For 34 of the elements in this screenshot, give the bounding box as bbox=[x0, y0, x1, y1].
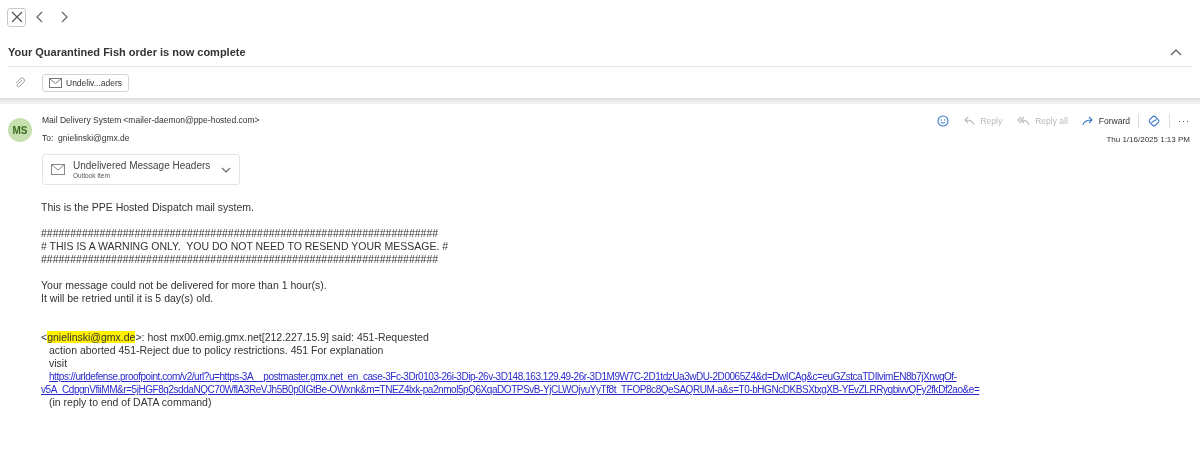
close-icon bbox=[10, 11, 23, 23]
chevron-down-icon[interactable] bbox=[221, 166, 231, 173]
body-text: (in reply to end of DATA command) bbox=[48, 396, 213, 409]
envelope-icon bbox=[49, 78, 62, 88]
close-button[interactable] bbox=[7, 7, 26, 27]
sender[interactable]: Mail Delivery System <mailer-daemon@ppe-hosted.com> bbox=[42, 115, 938, 125]
recipient-line: To: gnielinski@gmx.de bbox=[42, 133, 131, 143]
body-text: It will be retried until it is 5 day(s) old. bbox=[41, 292, 215, 305]
body-text: #################################################################### bbox=[41, 227, 440, 240]
reply-arrow-icon bbox=[963, 116, 976, 126]
sent-date: Thu 1/16/2025 1:13 PM bbox=[1106, 135, 1190, 144]
reply-all-arrow-icon bbox=[1016, 116, 1031, 126]
chevron-left-icon bbox=[36, 11, 44, 23]
forward-arrow-icon bbox=[1081, 116, 1094, 126]
body-text: visit bbox=[48, 357, 69, 370]
forward-button[interactable]: Forward bbox=[1081, 116, 1130, 126]
avatar: MS bbox=[8, 118, 32, 142]
smiley-icon[interactable] bbox=[937, 115, 950, 127]
body-text: action aborted 451-Reject due to policy restrictions. 451 For explanation bbox=[48, 344, 385, 357]
email-subject: Your Quarantined Fish order is now complete bbox=[8, 46, 246, 58]
envelope-icon bbox=[51, 164, 65, 175]
body-text: #################################################################### bbox=[41, 253, 440, 266]
chevron-right-icon bbox=[60, 11, 68, 23]
body-text: Your message could not be delivered for more than 1 hour(s). bbox=[41, 279, 328, 292]
link[interactable]: v5A_CdpgnVfiiMM&r=5jHGF8q2sddaNQC70WflA3ReVJh5B0p0IGtBe-OWxnk&m=TNEZ4lxk-pa2nmol5pQ6XqaDOTPSvB-YjCLWOjyuYyTf8t_TFOP8c8QeSAQRUM-a&s=T0-bHGNcDKBSXtxgXB-YEvZLRRyqbivvQFy2fkDf2ao&e= bbox=[41, 384, 980, 395]
more-button[interactable]: ··· bbox=[1178, 116, 1190, 126]
paperclip-icon[interactable] bbox=[14, 77, 26, 89]
body-text: # THIS IS A WARNING ONLY. YOU DO NOT NEED TO RESEND YOUR MESSAGE. # bbox=[41, 240, 450, 253]
link[interactable]: https://urldefense.proofpoint.com/v2/url?u=https-3A__postmaster.gmx.net_en_case-3Fc-3Dr0103-26i-3Dip-26v-3D148.163.129.49-26r-3D1M9W7C-2D1tdzUa3wDU-2D0065Z4&d=DwICAg&c=euGZstcaTDIlvimEN8b7jXrwqOf- bbox=[49, 371, 957, 382]
body-text: This is the PPE Hosted Dispatch mail system. bbox=[41, 201, 255, 214]
attachment-chip[interactable]: Undeliv...aders bbox=[42, 74, 130, 92]
loop-icon[interactable] bbox=[1147, 114, 1161, 128]
attachment-name: Undelivered Message Headers bbox=[73, 160, 212, 171]
chevron-up-icon[interactable] bbox=[1170, 48, 1182, 56]
